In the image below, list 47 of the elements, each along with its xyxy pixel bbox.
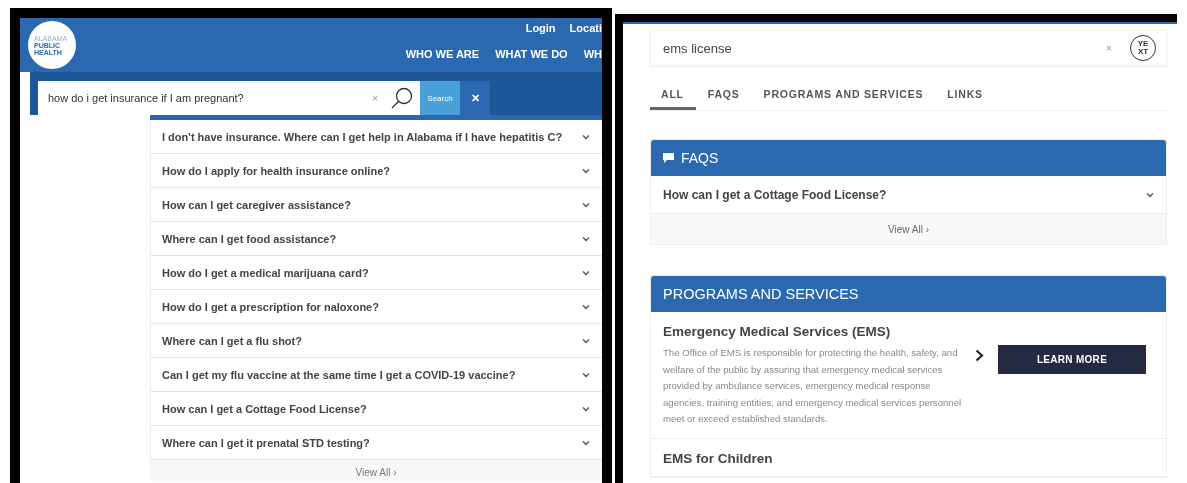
logo-text: YE [1137, 40, 1149, 48]
nav-link[interactable]: WHAT WE DO [495, 48, 568, 60]
faq-row[interactable]: How do I get a prescription for naloxone? [150, 290, 602, 324]
faq-question: How do I apply for health insurance online? [162, 164, 390, 177]
section-title: FAQS [681, 150, 719, 166]
faq-question: Can I get my flu vaccine at the same time I get a COVID-19 vaccine? [162, 368, 516, 381]
program-description: The Office of EMS is responsible for protecting the health, safety, and welfare of the public by assuring that emergency medical services provided by ambulance services, emergency medical response agencies, training entities, and emergency medical services personnel meet or exceed established standards. [663, 346, 963, 426]
faq-row[interactable]: How do I apply for health insurance online? [150, 154, 602, 188]
program-title[interactable]: EMS for Children [663, 450, 1154, 466]
header-link[interactable]: Login [525, 22, 556, 34]
section-title: PROGRAMS AND SERVICES [663, 286, 859, 302]
chevron-right-icon [975, 349, 984, 362]
speech-bubble-icon [663, 153, 674, 163]
search-text: ems license [663, 40, 733, 56]
nav-link[interactable]: WHO WE ARE [405, 48, 480, 60]
faq-row[interactable]: I don't have insurance. Where can I get help in Alabama if I have hepatitis C? [150, 120, 602, 154]
view-all-link[interactable]: View All › [888, 223, 929, 235]
learn-more-button[interactable]: LEARN MORE [998, 345, 1146, 374]
faq-question: How can I get a Cottage Food License? [162, 402, 367, 415]
search-icon [390, 86, 414, 110]
faq-row[interactable]: How do I get a medical marijuana card? [150, 256, 602, 290]
search-text: how do i get insurance if I am pregnant? [48, 92, 245, 104]
faq-question: How do I get a medical marijuana card? [162, 266, 369, 279]
tab[interactable]: FAQS [695, 88, 752, 110]
program-title[interactable]: Emergency Medical Services (EMS) [663, 324, 1154, 339]
search-field[interactable]: how do i get insurance if I am pregnant? × [38, 81, 420, 115]
close-button[interactable]: ✕ [460, 81, 490, 115]
tab[interactable]: PROGRAMS AND SERVICES [751, 88, 936, 110]
search-field[interactable]: ems license × YE XT [650, 30, 1167, 66]
faq-row[interactable]: Where can I get food assistance? [150, 222, 602, 256]
logo-text: XT [1137, 48, 1149, 56]
faq-row[interactable]: Where can I get a flu shot? [150, 324, 602, 358]
faq-question: Where can I get food assistance? [162, 232, 337, 245]
faq-question: How can I get caregiver assistance? [162, 198, 351, 211]
faq-row[interactable]: How can I get a Cottage Food License? [150, 392, 602, 426]
faq-question: Where can I get a flu shot? [162, 334, 302, 347]
tab[interactable]: ALL [650, 88, 696, 110]
faq-question: How can I get a Cottage Food License? [663, 187, 887, 202]
faq-question: I don't have insurance. Where can I get help in Alabama if I have hepatitis C? [162, 130, 563, 143]
nav-link[interactable]: WH [583, 48, 602, 60]
faq-question: How do I get a prescription for naloxone? [162, 300, 379, 313]
faq-row[interactable]: How can I get caregiver assistance? [150, 188, 602, 222]
header-link[interactable]: Locati [569, 22, 602, 34]
tab[interactable]: LINKS [935, 88, 995, 110]
faq-question: Where can I get it prenatal STD testing? [162, 436, 370, 449]
faq-row[interactable]: Can I get my flu vaccine at the same time I get a COVID-19 vaccine? [150, 358, 602, 392]
view-all-link[interactable]: View All › [355, 467, 397, 478]
